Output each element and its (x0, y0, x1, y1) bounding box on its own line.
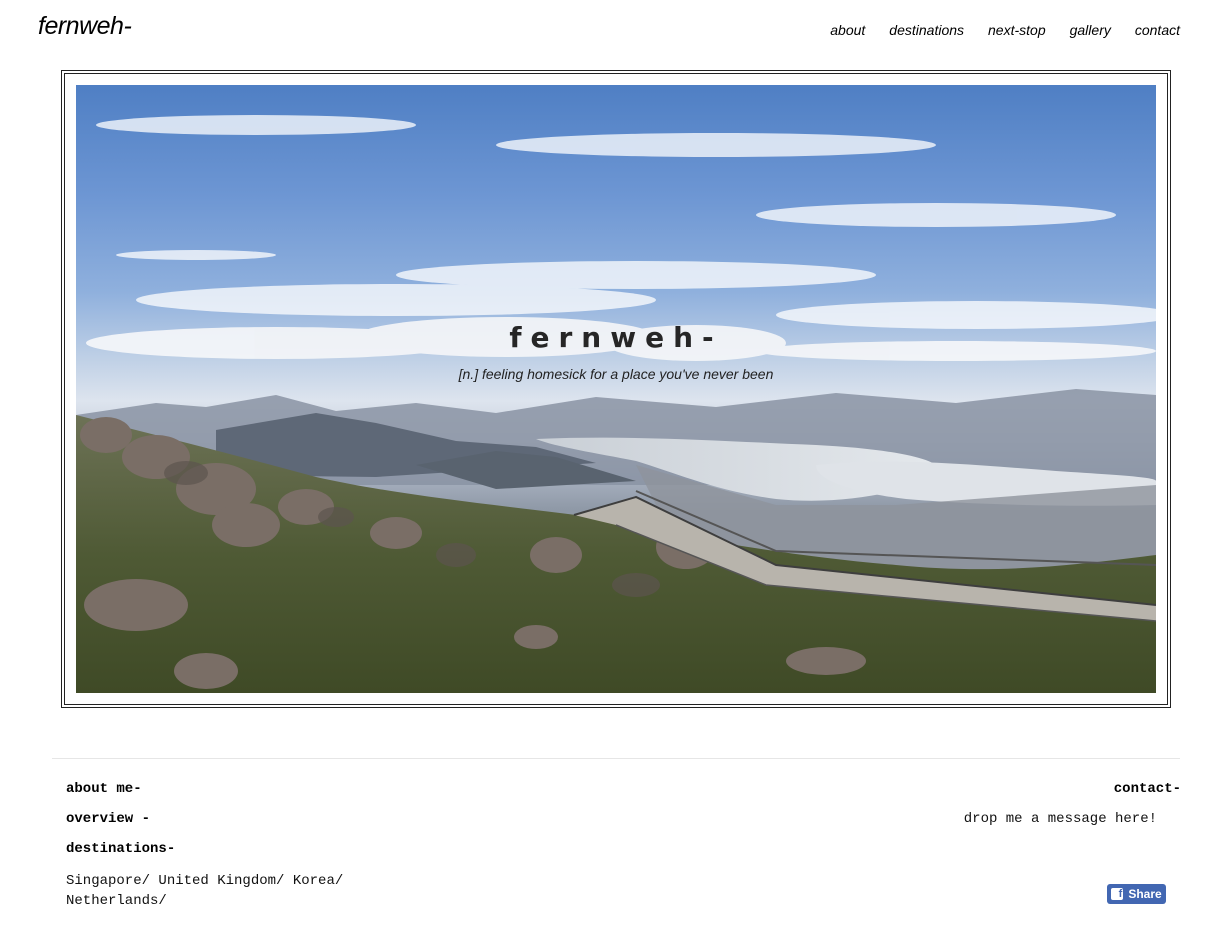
nav-gallery[interactable]: gallery (1070, 22, 1111, 38)
section-divider (52, 758, 1180, 759)
nav-next-stop[interactable]: next-stop (988, 22, 1046, 38)
share-label: Share (1128, 887, 1162, 901)
mountain-landscape-image (76, 115, 1156, 693)
nav-destinations[interactable]: destinations (889, 22, 964, 38)
site-logo[interactable]: fernweh- (38, 12, 132, 41)
overview-heading: overview - (66, 811, 151, 827)
hero-title: fernweh- (509, 321, 723, 354)
destinations-heading: destinations- (66, 841, 176, 857)
contact-message-link[interactable]: drop me a message here! (964, 811, 1157, 827)
contact-heading: contact- (1113, 781, 1181, 797)
destinations-list: Singapore/ United Kingdom/ Korea/ Nether… (66, 873, 344, 909)
hero-image: fernweh- [n.] feeling homesick for a pla… (76, 85, 1156, 693)
facebook-icon: f (1111, 888, 1124, 900)
nav-contact[interactable]: contact (1135, 22, 1180, 38)
about-me-heading: about me- (66, 781, 142, 797)
facebook-share-button[interactable]: f Share (1107, 884, 1166, 904)
nav-about[interactable]: about (830, 22, 865, 38)
main-nav: about destinations next-stop gallery con… (830, 22, 1180, 38)
hero-subtitle: [n.] feeling homesick for a place you've… (458, 366, 774, 382)
